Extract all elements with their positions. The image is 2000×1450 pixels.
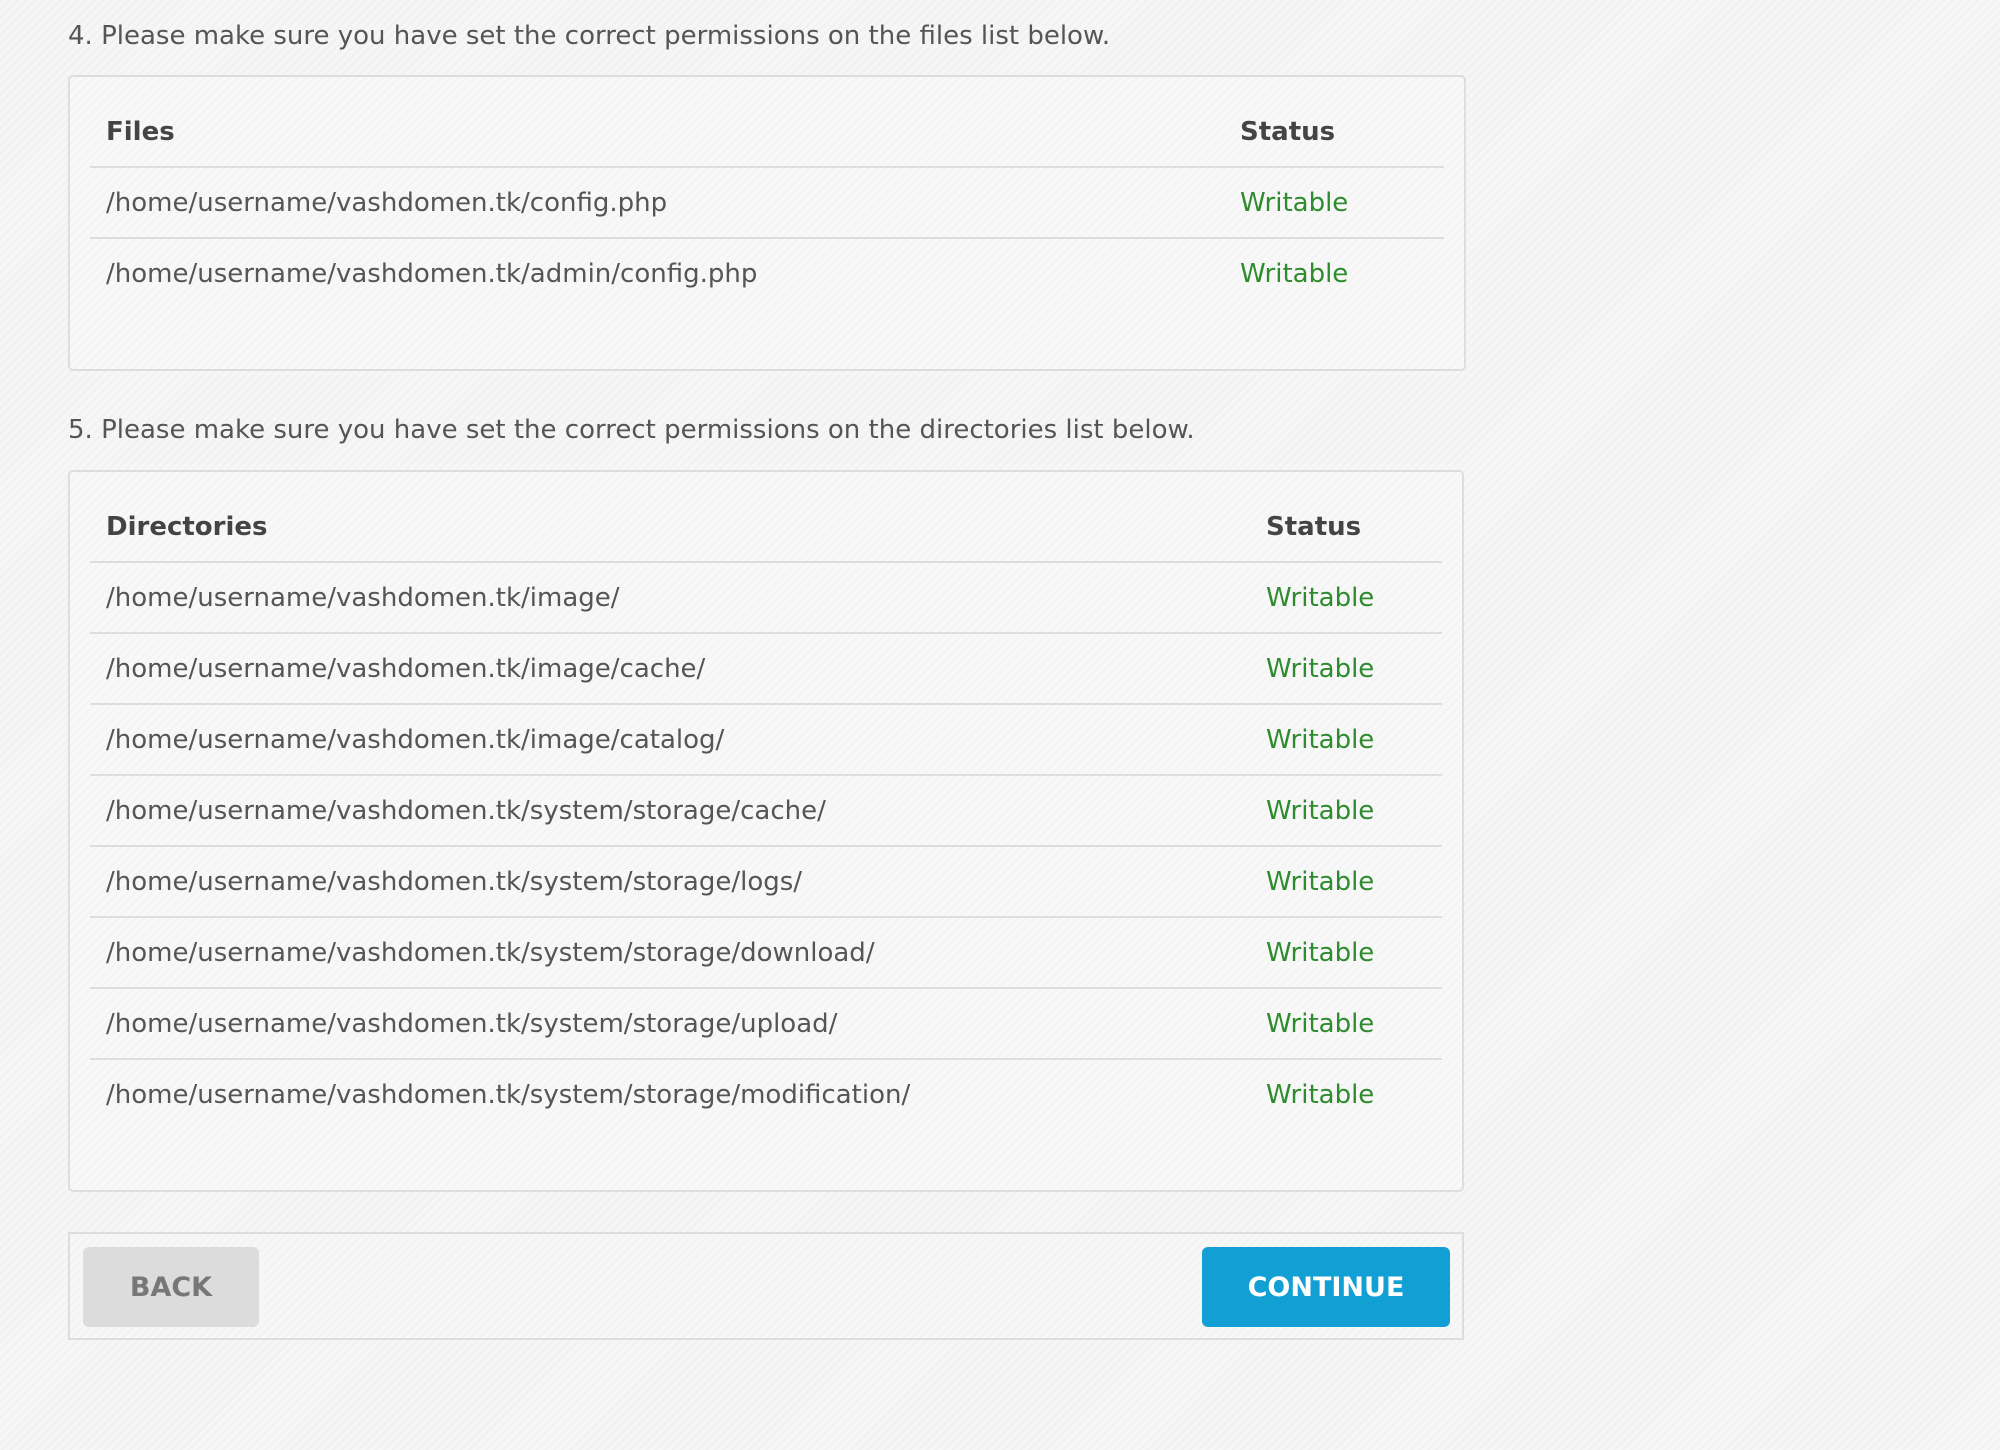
table-header-row: Files Status: [90, 97, 1444, 168]
directory-path: /home/username/vashdomen.tk/image/cache/: [106, 654, 706, 684]
writable-status: Writable: [1266, 1009, 1375, 1039]
table-row: /home/username/vashdomen.tk/system/stora…: [90, 847, 1442, 918]
writable-status: Writable: [1266, 1080, 1375, 1110]
files-column-header: Files: [106, 117, 175, 147]
table-row: /home/username/vashdomen.tk/system/stora…: [90, 1060, 1442, 1131]
table-row: /home/username/vashdomen.tk/image/catalo…: [90, 705, 1442, 776]
table-row: /home/username/vashdomen.tk/admin/config…: [90, 239, 1444, 310]
table-row: /home/username/vashdomen.tk/system/stora…: [90, 989, 1442, 1060]
directory-path: /home/username/vashdomen.tk/image/: [106, 583, 620, 613]
status-column-header: Status: [1240, 117, 1336, 147]
directories-permissions-panel: Directories Status /home/username/vashdo…: [68, 470, 1464, 1192]
writable-status: Writable: [1266, 867, 1375, 897]
table-header-row: Directories Status: [90, 492, 1442, 563]
table-row: /home/username/vashdomen.tk/system/stora…: [90, 918, 1442, 989]
table-row: /home/username/vashdomen.tk/config.php W…: [90, 168, 1444, 239]
writable-status: Writable: [1240, 259, 1349, 289]
writable-status: Writable: [1266, 725, 1375, 755]
writable-status: Writable: [1266, 938, 1375, 968]
files-permissions-panel: Files Status /home/username/vashdomen.tk…: [68, 75, 1466, 371]
directory-path: /home/username/vashdomen.tk/image/catalo…: [106, 725, 725, 755]
directory-path: /home/username/vashdomen.tk/system/stora…: [106, 1009, 838, 1039]
directories-permissions-instruction: 5. Please make sure you have set the cor…: [68, 415, 1195, 445]
writable-status: Writable: [1240, 188, 1349, 218]
directory-path: /home/username/vashdomen.tk/system/stora…: [106, 938, 875, 968]
directory-path: /home/username/vashdomen.tk/system/stora…: [106, 796, 826, 826]
writable-status: Writable: [1266, 654, 1375, 684]
table-row: /home/username/vashdomen.tk/system/stora…: [90, 776, 1442, 847]
directory-path: /home/username/vashdomen.tk/system/stora…: [106, 867, 803, 897]
back-button[interactable]: BACK: [83, 1247, 259, 1327]
files-table: Files Status /home/username/vashdomen.tk…: [90, 97, 1444, 310]
continue-button[interactable]: CONTINUE: [1202, 1247, 1450, 1327]
file-path: /home/username/vashdomen.tk/admin/config…: [106, 259, 758, 289]
writable-status: Writable: [1266, 796, 1375, 826]
status-column-header: Status: [1266, 512, 1362, 542]
files-permissions-instruction: 4. Please make sure you have set the cor…: [68, 21, 1111, 51]
directories-column-header: Directories: [106, 512, 268, 542]
directories-table: Directories Status /home/username/vashdo…: [90, 492, 1442, 1131]
writable-status: Writable: [1266, 583, 1375, 613]
table-row: /home/username/vashdomen.tk/image/ Writa…: [90, 563, 1442, 634]
table-row: /home/username/vashdomen.tk/image/cache/…: [90, 634, 1442, 705]
directory-path: /home/username/vashdomen.tk/system/stora…: [106, 1080, 911, 1110]
file-path: /home/username/vashdomen.tk/config.php: [106, 188, 668, 218]
navigation-button-bar: BACK CONTINUE: [68, 1232, 1464, 1340]
